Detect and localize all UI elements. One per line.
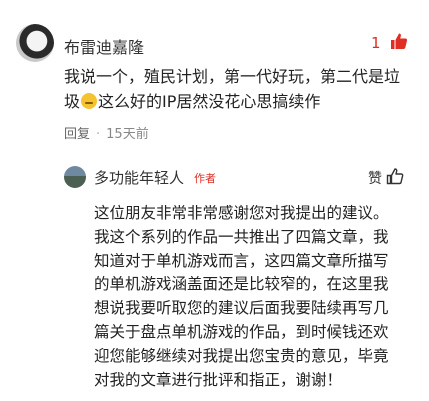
comment-text-line: 圾这么好的IP居然没花心思搞续作	[64, 89, 410, 114]
commenter-avatar[interactable]	[16, 24, 54, 62]
reply-text: 这位朋友非常非常感谢您对我提出的建议。 我这个系列的作品一共推出了四篇文章，我 …	[94, 202, 412, 392]
reply-text-line: 这位朋友非常非常感谢您对我提出的建议。	[94, 204, 389, 222]
comment-meta: 回复 · 15天前	[64, 123, 149, 142]
sleepy-face-emoji-icon	[81, 93, 98, 109]
like-label[interactable]: 赞	[368, 168, 382, 188]
author-badge: 作者	[194, 172, 216, 185]
thumbs-up-outline-icon[interactable]	[385, 166, 405, 190]
replier-avatar[interactable]	[64, 166, 86, 188]
separator-dot: ·	[96, 127, 101, 142]
comment-text-segment: 这么好的IP居然没花心思搞续作	[98, 92, 321, 111]
reply-text-line: 的单机游戏涵盖面还是比较窄的，在这里我	[94, 275, 389, 294]
reply-text-line: 想说我要听取您的建议后面我要陆续再写几	[94, 299, 389, 318]
comment-text-segment: 圾	[64, 92, 81, 111]
reply-text-line: 我这个系列的作品一共推出了四篇文章，我	[94, 227, 389, 246]
reply-text-line: 知道对于单机游戏而言，这四篇文章所描写	[94, 251, 389, 270]
comment-time: 15天前	[106, 127, 149, 142]
commenter-name[interactable]: 布雷迪嘉隆	[64, 34, 144, 58]
reply-button[interactable]: 回复	[64, 127, 90, 142]
reply-text-line: 篇关于盘点单机游戏的作品，到时候钱还欢	[94, 322, 389, 341]
comment-text-line: 我说一个，殖民计划，第一代好玩，第二代是垃	[64, 67, 401, 86]
reply-text-line: 对我的文章进行批评和指正，谢谢！	[94, 370, 343, 389]
like-count: 1	[371, 34, 381, 52]
reply-text-line: 迎您能够继续对我提出您宝贵的意见，毕竟	[94, 346, 389, 365]
replier-name[interactable]: 多功能年轻人	[94, 167, 184, 188]
thumbs-up-icon[interactable]	[389, 31, 409, 55]
comment-text: 我说一个，殖民计划，第一代好玩，第二代是垃 圾这么好的IP居然没花心思搞续作	[64, 64, 410, 114]
